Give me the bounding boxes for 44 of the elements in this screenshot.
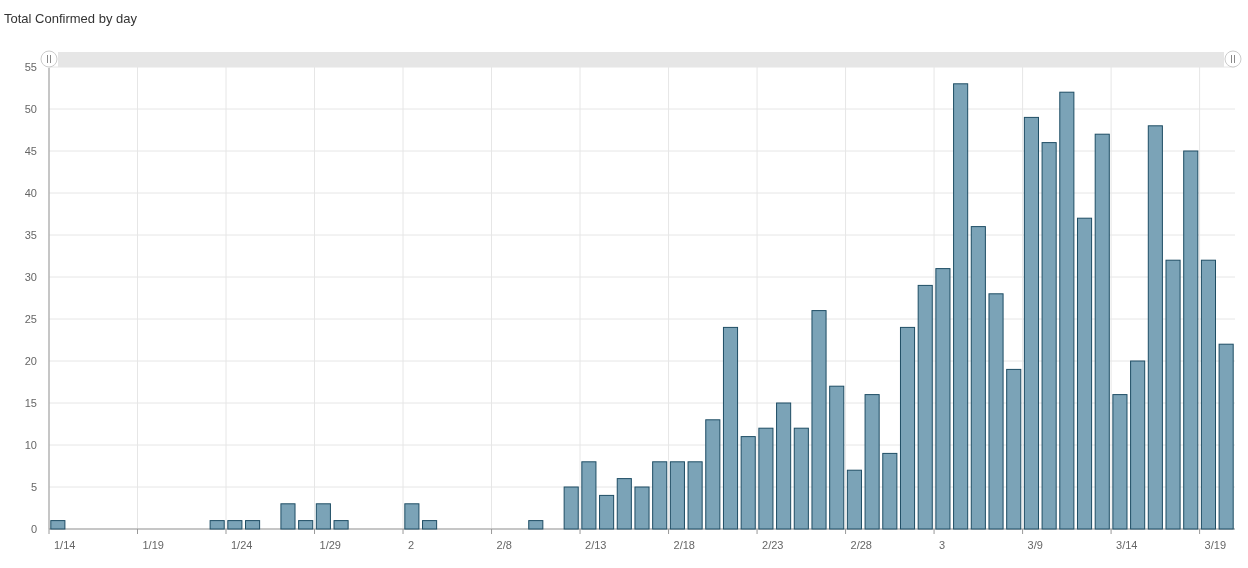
bar xyxy=(227,520,243,530)
range-handle[interactable] xyxy=(1224,50,1242,68)
range-handle[interactable] xyxy=(40,50,58,68)
axis-label: 1/29 xyxy=(319,539,341,551)
bar xyxy=(528,520,544,530)
axis-label: 30 xyxy=(24,271,37,283)
bar xyxy=(280,503,296,530)
axis-label: 1/24 xyxy=(231,539,253,551)
axis-label: 55 xyxy=(24,61,37,73)
bar xyxy=(50,520,66,530)
axis-label: 15 xyxy=(24,397,37,409)
axis-label: 0 xyxy=(30,523,37,535)
bar xyxy=(687,461,703,530)
bar xyxy=(209,520,225,530)
bar xyxy=(422,520,438,530)
bar xyxy=(245,520,261,530)
axis-label: 50 xyxy=(24,103,37,115)
axis-label: 3/9 xyxy=(1027,539,1043,551)
axis-label: 40 xyxy=(24,187,37,199)
axis-label: 35 xyxy=(24,229,37,241)
axis-label: 20 xyxy=(24,355,37,367)
bar xyxy=(652,461,668,530)
bar xyxy=(404,503,420,530)
axis-label: 2/8 xyxy=(496,539,512,551)
axis-label: 2 xyxy=(408,539,415,551)
axis-label: 2/23 xyxy=(762,539,784,551)
axis-label: 1/14 xyxy=(54,539,76,551)
bar xyxy=(634,486,650,530)
bar xyxy=(581,461,597,530)
axis-label: 5 xyxy=(30,481,37,493)
axis-label: 45 xyxy=(24,145,37,157)
axis-label: 2/28 xyxy=(850,539,872,551)
axis-label: 1/19 xyxy=(142,539,164,551)
axis-label: 3/19 xyxy=(1204,539,1226,551)
chart-title: Total Confirmed by day xyxy=(4,11,137,26)
axis-label: 10 xyxy=(24,439,37,451)
bar xyxy=(563,486,579,530)
bar xyxy=(669,461,685,530)
bar xyxy=(333,520,349,530)
axis-label: 3 xyxy=(939,539,946,551)
axis-label: 3/14 xyxy=(1116,539,1138,551)
axis-label: 2/13 xyxy=(585,539,607,551)
axis-label: 2/18 xyxy=(673,539,695,551)
axis-label: 25 xyxy=(24,313,37,325)
